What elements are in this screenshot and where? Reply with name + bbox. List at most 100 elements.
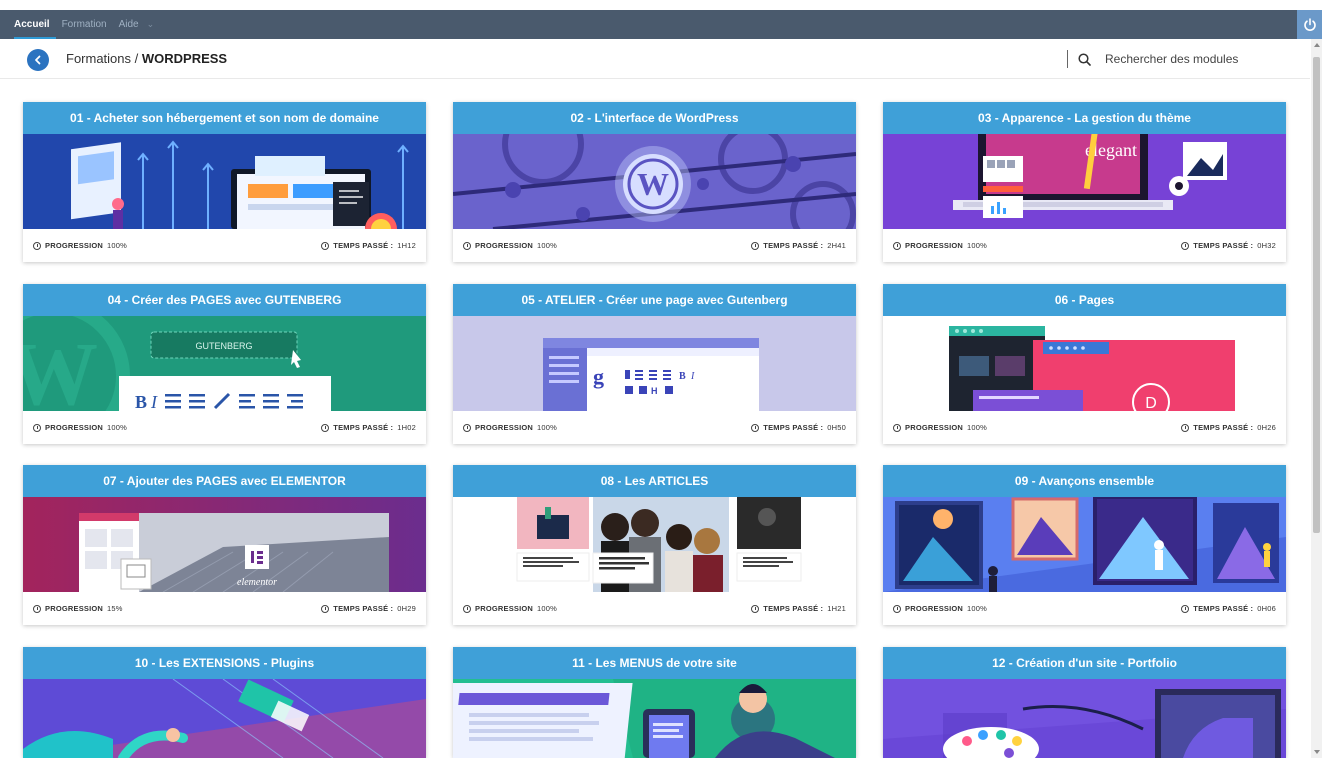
module-card-12[interactable]: 12 - Création d'un site - Portfolio xyxy=(883,647,1286,758)
module-card-11[interactable]: 11 - Les MENUS de votre site xyxy=(453,647,856,758)
top-nav: Accueil Formation Aide ⌄ xyxy=(14,10,154,39)
module-title[interactable]: 03 - Apparence - La gestion du thème xyxy=(883,102,1286,134)
progression-value: 100% xyxy=(537,423,558,432)
module-title[interactable]: 05 - ATELIER - Créer une page avec Guten… xyxy=(453,284,856,316)
scroll-down-icon[interactable] xyxy=(1314,750,1320,754)
module-card-01[interactable]: 01 - Acheter son hébergement et son nom … xyxy=(23,102,426,262)
clock-icon xyxy=(751,604,760,613)
portfolio-illustration xyxy=(883,679,1286,758)
progression-label: PROGRESSION xyxy=(905,241,964,250)
module-thumbnail[interactable] xyxy=(453,497,856,592)
time-group: TEMPS PASSÉ :0H06 xyxy=(1181,604,1276,613)
page-header: Formations / WORDPRESS xyxy=(0,39,1310,79)
progress-icon xyxy=(463,241,471,250)
time-value: 0H06 xyxy=(1257,604,1276,613)
module-thumbnail[interactable]: elegant xyxy=(883,134,1286,229)
scrollbar-thumb[interactable] xyxy=(1313,57,1320,533)
module-title[interactable]: 01 - Acheter son hébergement et son nom … xyxy=(23,102,426,134)
hosting-illustration xyxy=(23,134,426,229)
progression-group: PROGRESSION 100% xyxy=(893,604,987,613)
module-card-02[interactable]: 02 - L'interface de WordPress W PROGRESS… xyxy=(453,102,856,262)
progression-label: PROGRESSION xyxy=(45,604,104,613)
module-thumbnail[interactable] xyxy=(23,679,426,758)
progression-group: PROGRESSION 15% xyxy=(33,604,123,613)
progression-value: 100% xyxy=(967,423,988,432)
module-title[interactable]: 09 - Avançons ensemble xyxy=(883,465,1286,497)
module-footer: PROGRESSION 15% TEMPS PASSÉ :0H29 xyxy=(23,592,426,625)
module-title[interactable]: 06 - Pages xyxy=(883,284,1286,316)
gutenberg-illustration: W GUTENBERG B I xyxy=(23,316,426,411)
module-footer: PROGRESSION 100% TEMPS PASSÉ :2H41 xyxy=(453,229,856,262)
clock-icon xyxy=(751,423,760,432)
module-title[interactable]: 02 - L'interface de WordPress xyxy=(453,102,856,134)
gutenberg-image-text: GUTENBERG xyxy=(195,341,252,351)
search-divider xyxy=(1067,50,1068,68)
svg-text:B: B xyxy=(135,392,147,411)
module-thumbnail[interactable]: D xyxy=(883,316,1286,411)
time-label: TEMPS PASSÉ : xyxy=(333,423,394,432)
chevron-down-icon[interactable]: ⌄ xyxy=(147,19,155,30)
module-card-06[interactable]: 06 - Pages D PROGRESSION 100% TEMPS PASSÉ… xyxy=(883,284,1286,444)
module-title[interactable]: 12 - Création d'un site - Portfolio xyxy=(883,647,1286,679)
module-title[interactable]: 07 - Ajouter des PAGES avec ELEMENTOR xyxy=(23,465,426,497)
progression-value: 100% xyxy=(107,241,128,250)
clock-icon xyxy=(1181,604,1190,613)
time-group: TEMPS PASSÉ :1H02 xyxy=(321,423,416,432)
module-thumbnail[interactable]: W xyxy=(453,134,856,229)
module-thumbnail[interactable] xyxy=(23,134,426,229)
vertical-scrollbar[interactable] xyxy=(1311,39,1322,758)
search-input[interactable] xyxy=(1105,52,1280,66)
module-card-09[interactable]: 09 - Avançons ensemble PROGRESSION 100% T… xyxy=(883,465,1286,625)
time-group: TEMPS PASSÉ :0H50 xyxy=(751,423,846,432)
module-card-10[interactable]: 10 - Les EXTENSIONS - Plugins xyxy=(23,647,426,758)
nav-accueil[interactable]: Accueil xyxy=(14,10,56,39)
search-icon[interactable] xyxy=(1078,52,1091,66)
module-thumbnail[interactable] xyxy=(883,679,1286,758)
progression-label: PROGRESSION xyxy=(475,423,534,432)
progression-value: 15% xyxy=(107,604,123,613)
nav-formation[interactable]: Formation xyxy=(56,10,113,39)
module-card-08[interactable]: 08 - Les ARTICLES PROGRESSION 100% TEMPS … xyxy=(453,465,856,625)
clock-icon xyxy=(321,604,330,613)
chevron-left-icon xyxy=(35,55,41,65)
svg-text:g: g xyxy=(593,364,604,389)
module-card-07[interactable]: 07 - Ajouter des PAGES avec ELEMENTOR el… xyxy=(23,465,426,625)
progression-group: PROGRESSION 100% xyxy=(893,241,987,250)
module-thumbnail[interactable]: W GUTENBERG B I xyxy=(23,316,426,411)
progression-label: PROGRESSION xyxy=(45,423,104,432)
module-title[interactable]: 11 - Les MENUS de votre site xyxy=(453,647,856,679)
time-value: 0H32 xyxy=(1257,241,1276,250)
module-footer: PROGRESSION 100% TEMPS PASSÉ :0H26 xyxy=(883,411,1286,444)
theme-illustration: elegant xyxy=(883,134,1286,229)
breadcrumb-current: WORDPRESS xyxy=(141,51,228,66)
nav-aide[interactable]: Aide xyxy=(113,10,145,39)
module-card-04[interactable]: 04 - Créer des PAGES avec GUTENBERG W GU… xyxy=(23,284,426,444)
module-thumbnail[interactable]: elementor xyxy=(23,497,426,592)
module-title[interactable]: 08 - Les ARTICLES xyxy=(453,465,856,497)
power-button[interactable] xyxy=(1297,10,1322,39)
module-footer: PROGRESSION 100% TEMPS PASSÉ :1H12 xyxy=(23,229,426,262)
time-group: TEMPS PASSÉ :0H32 xyxy=(1181,241,1276,250)
scroll-up-icon[interactable] xyxy=(1314,43,1320,47)
time-label: TEMPS PASSÉ : xyxy=(333,604,394,613)
svg-text:D: D xyxy=(1145,395,1157,411)
progression-group: PROGRESSION 100% xyxy=(463,241,557,250)
module-thumbnail[interactable] xyxy=(453,679,856,758)
progression-value: 100% xyxy=(537,241,558,250)
progression-label: PROGRESSION xyxy=(475,604,534,613)
breadcrumb-prefix[interactable]: Formations / xyxy=(66,51,142,66)
module-card-03[interactable]: 03 - Apparence - La gestion du thème ele… xyxy=(883,102,1286,262)
progression-value: 100% xyxy=(537,604,558,613)
progression-value: 100% xyxy=(967,604,988,613)
module-title[interactable]: 10 - Les EXTENSIONS - Plugins xyxy=(23,647,426,679)
module-footer: PROGRESSION 100% TEMPS PASSÉ :1H21 xyxy=(453,592,856,625)
progression-group: PROGRESSION 100% xyxy=(463,423,557,432)
time-label: TEMPS PASSÉ : xyxy=(763,423,824,432)
back-button[interactable] xyxy=(27,49,49,71)
module-card-05[interactable]: 05 - ATELIER - Créer une page avec Guten… xyxy=(453,284,856,444)
module-thumbnail[interactable] xyxy=(883,497,1286,592)
module-title[interactable]: 04 - Créer des PAGES avec GUTENBERG xyxy=(23,284,426,316)
time-group: TEMPS PASSÉ :1H21 xyxy=(751,604,846,613)
power-icon xyxy=(1303,17,1316,31)
module-thumbnail[interactable]: g B I H xyxy=(453,316,856,411)
